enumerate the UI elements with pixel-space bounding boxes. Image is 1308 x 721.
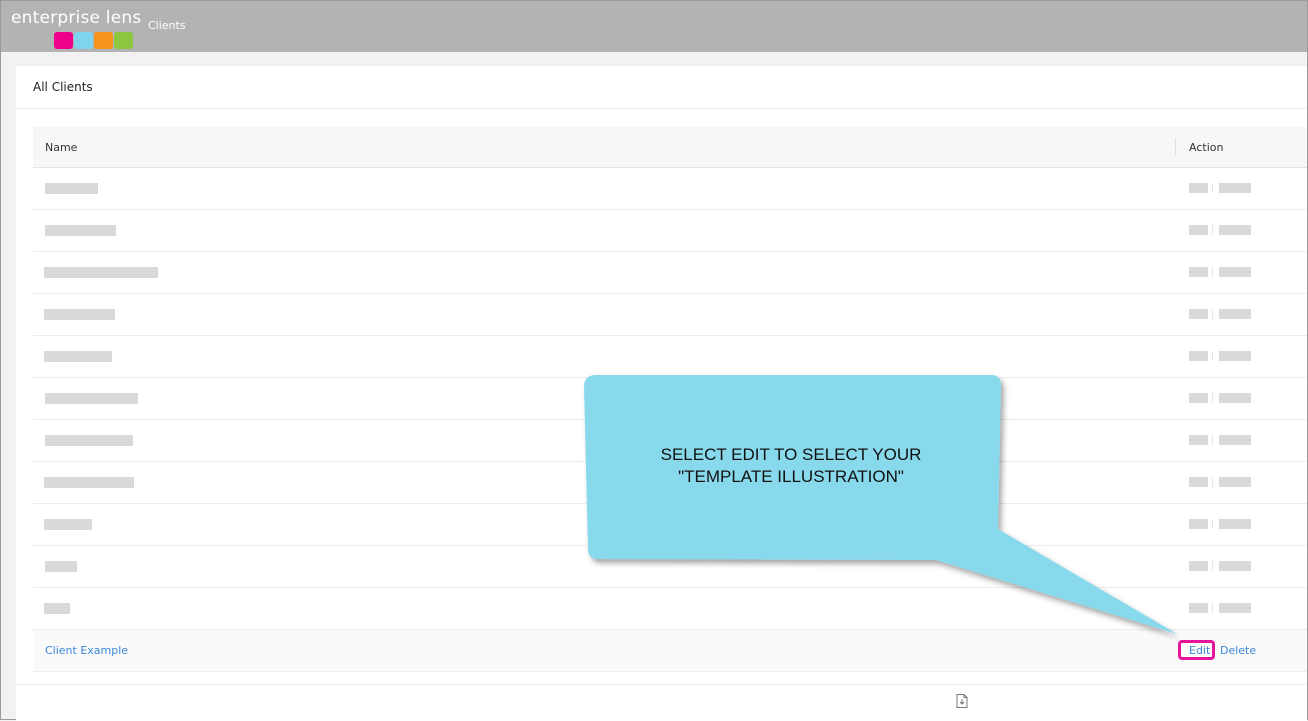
- logo-text: enterprise lens: [11, 8, 142, 28]
- card-header: All Clients: [16, 66, 1307, 109]
- top-bar: enterprise lens Clients: [1, 1, 1307, 52]
- action-divider: [1212, 477, 1213, 487]
- action-divider: [1212, 183, 1213, 193]
- redacted-name[interactable]: [44, 267, 158, 278]
- redacted-delete-link[interactable]: [1219, 225, 1251, 235]
- logo-square-green: [114, 32, 133, 49]
- redacted-delete-link[interactable]: [1219, 435, 1251, 445]
- column-header-action: Action: [1189, 141, 1224, 154]
- table-row: [33, 210, 1307, 252]
- redacted-delete-link[interactable]: [1219, 477, 1251, 487]
- action-divider: [1212, 603, 1213, 613]
- redacted-delete-link[interactable]: [1219, 603, 1251, 613]
- nav-clients-link[interactable]: Clients: [148, 19, 186, 32]
- redacted-name[interactable]: [45, 393, 138, 404]
- callout-text: SELECT EDIT TO SELECT YOUR "TEMPLATE ILL…: [660, 445, 922, 486]
- redacted-name[interactable]: [44, 603, 70, 614]
- redacted-edit-link[interactable]: [1189, 183, 1208, 193]
- redacted-edit-link[interactable]: [1189, 561, 1208, 571]
- redacted-delete-link[interactable]: [1219, 267, 1251, 277]
- clients-card: All Clients Name Action Client Example E…: [16, 66, 1307, 721]
- footer-divider: [16, 684, 1307, 685]
- edit-link[interactable]: Edit: [1189, 644, 1210, 657]
- redacted-name[interactable]: [44, 309, 115, 320]
- document-icon[interactable]: [956, 694, 968, 708]
- redacted-edit-link[interactable]: [1189, 603, 1208, 613]
- redacted-delete-link[interactable]: [1219, 519, 1251, 529]
- action-divider: [1212, 267, 1213, 277]
- delete-link[interactable]: Delete: [1220, 644, 1256, 657]
- column-divider: [1175, 138, 1176, 156]
- redacted-edit-link[interactable]: [1189, 351, 1208, 361]
- redacted-name[interactable]: [45, 435, 133, 446]
- redacted-delete-link[interactable]: [1219, 309, 1251, 319]
- redacted-edit-link[interactable]: [1189, 309, 1208, 319]
- logo-square-cyan: [74, 32, 93, 49]
- table-row: [33, 294, 1307, 336]
- redacted-name[interactable]: [45, 561, 77, 572]
- action-divider: [1212, 435, 1213, 445]
- table-row: [33, 504, 1307, 546]
- action-divider: [1212, 561, 1213, 571]
- table-row: [33, 546, 1307, 588]
- redacted-delete-link[interactable]: [1219, 183, 1251, 193]
- logo-color-squares: [54, 32, 133, 49]
- redacted-delete-link[interactable]: [1219, 561, 1251, 571]
- action-divider: [1212, 225, 1213, 235]
- table-header: Name Action: [33, 127, 1307, 168]
- redacted-edit-link[interactable]: [1189, 477, 1208, 487]
- column-header-name[interactable]: Name: [45, 141, 77, 154]
- table-row: [33, 168, 1307, 210]
- redacted-name[interactable]: [44, 519, 92, 530]
- page-title: All Clients: [33, 80, 93, 94]
- table-row: [33, 252, 1307, 294]
- table-row: [33, 336, 1307, 378]
- clients-table: Name Action Client Example Edit Delete: [33, 127, 1307, 672]
- redacted-name[interactable]: [45, 183, 98, 194]
- redacted-edit-link[interactable]: [1189, 519, 1208, 529]
- redacted-edit-link[interactable]: [1189, 267, 1208, 277]
- logo-square-magenta: [54, 32, 73, 49]
- redacted-name[interactable]: [45, 225, 116, 236]
- table-row: [33, 378, 1307, 420]
- redacted-edit-link[interactable]: [1189, 435, 1208, 445]
- redacted-edit-link[interactable]: [1189, 225, 1208, 235]
- action-divider: [1212, 309, 1213, 319]
- action-divider: [1212, 393, 1213, 403]
- client-name-link[interactable]: Client Example: [45, 644, 128, 657]
- redacted-delete-link[interactable]: [1219, 351, 1251, 361]
- table-row: [33, 588, 1307, 630]
- table-row-client-example: Client Example Edit Delete: [33, 630, 1307, 672]
- redacted-edit-link[interactable]: [1189, 393, 1208, 403]
- logo-square-orange: [94, 32, 113, 49]
- action-divider: [1212, 351, 1213, 361]
- redacted-name[interactable]: [44, 351, 112, 362]
- redacted-delete-link[interactable]: [1219, 393, 1251, 403]
- redacted-name[interactable]: [44, 477, 134, 488]
- action-divider: [1212, 519, 1213, 529]
